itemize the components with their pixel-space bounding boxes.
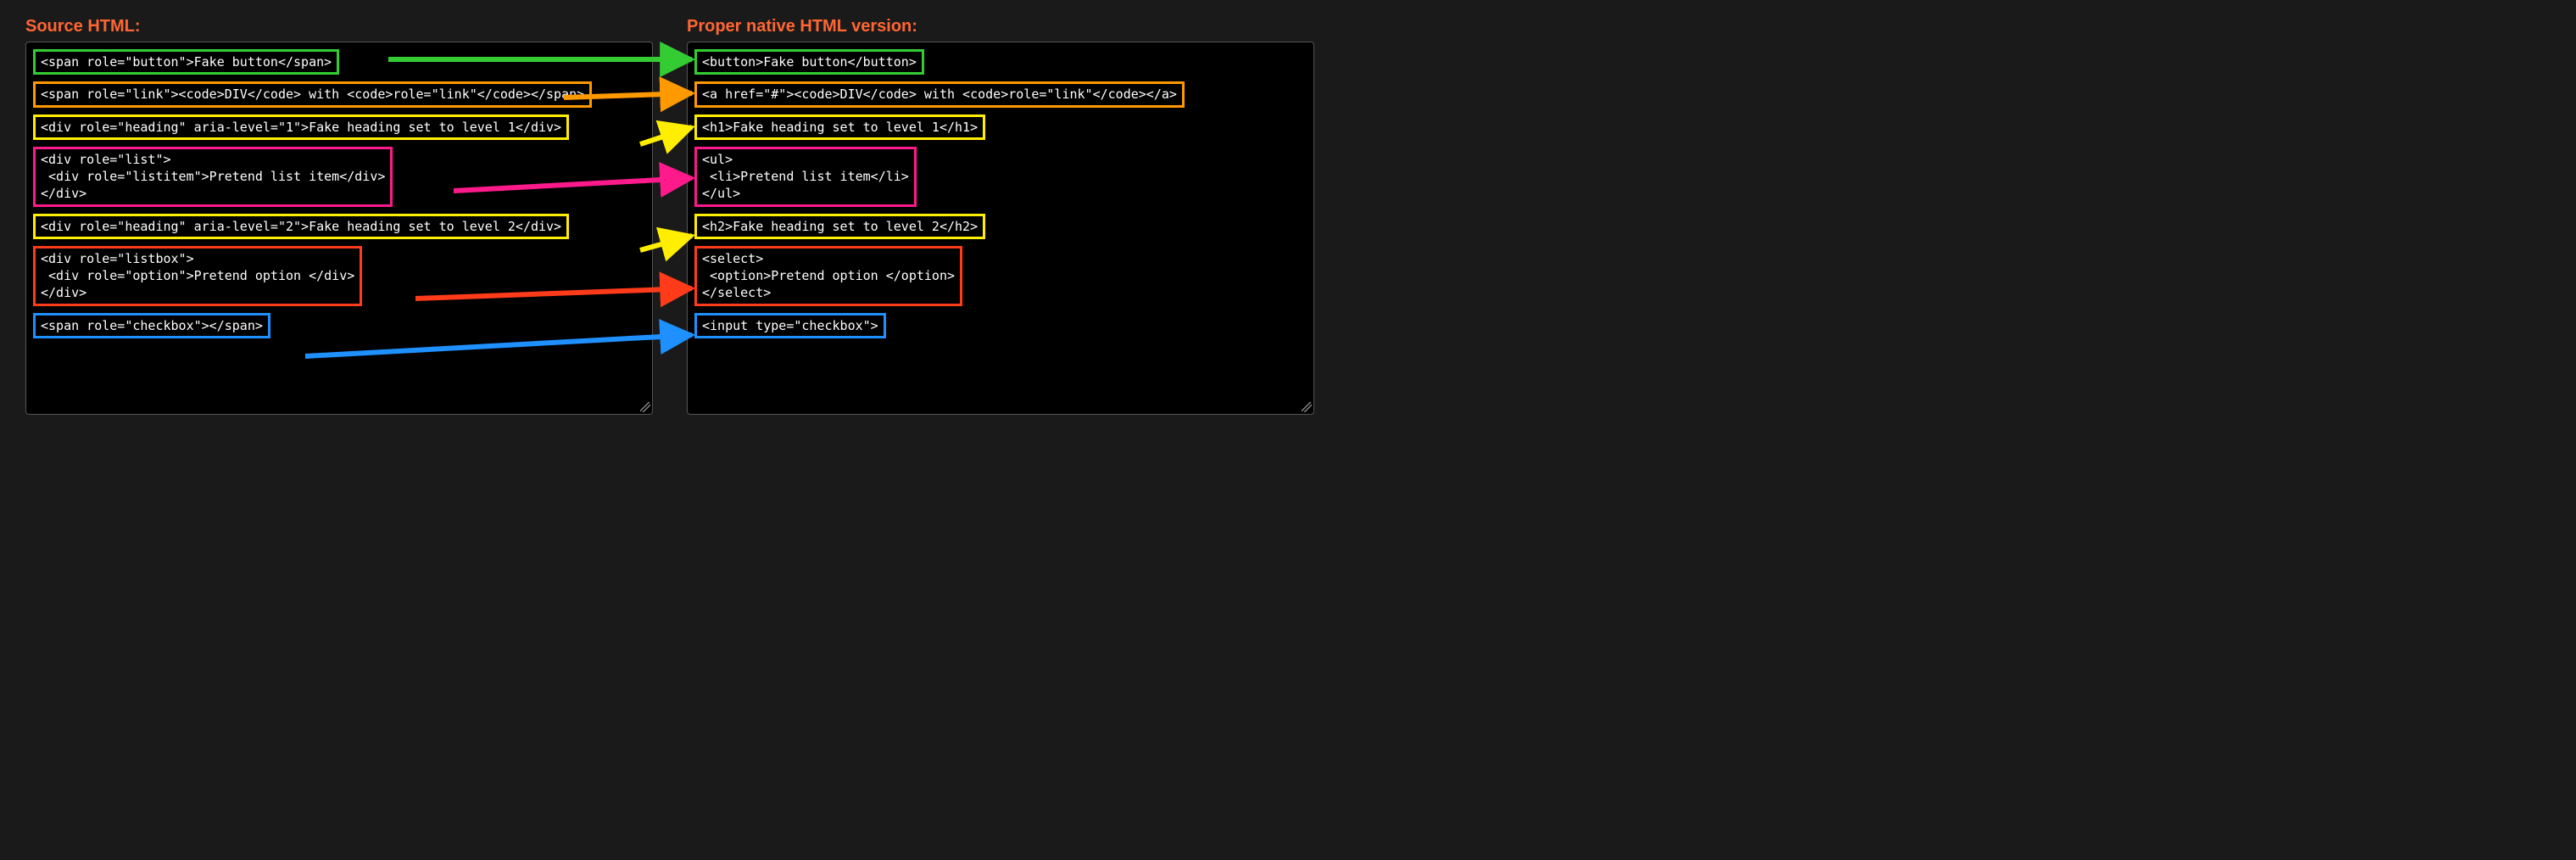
native-checkbox-code: <input type="checkbox">	[694, 313, 886, 338]
native-link-code: <a href="#"><code>DIV</code> with <code>…	[694, 81, 1185, 107]
native-heading1-code: <h1>Fake heading set to level 1</h1>	[694, 114, 985, 140]
native-column: Proper native HTML version: <button>Fake…	[687, 17, 1314, 415]
src-button-code: <span role="button">Fake button</span>	[33, 49, 339, 75]
source-panel: <span role="button">Fake button</span> <…	[25, 42, 653, 415]
src-listbox-code: <div role="listbox"> <div role="option">…	[33, 246, 362, 306]
native-panel: <button>Fake button</button> <a href="#"…	[687, 42, 1314, 415]
source-column: Source HTML: <span role="button">Fake bu…	[25, 17, 653, 415]
src-checkbox-code: <span role="checkbox"></span>	[33, 313, 270, 338]
src-heading2-code: <div role="heading" aria-level="2">Fake …	[33, 214, 569, 239]
native-header: Proper native HTML version:	[687, 17, 1314, 36]
native-listbox-code: <select> <option>Pretend option </option…	[694, 246, 962, 306]
src-list-code: <div role="list"> <div role="listitem">P…	[33, 147, 393, 207]
native-button-code: <button>Fake button</button>	[694, 49, 924, 75]
native-heading2-code: <h2>Fake heading set to level 2</h2>	[694, 214, 985, 239]
src-heading1-code: <div role="heading" aria-level="1">Fake …	[33, 114, 569, 140]
native-list-code: <ul> <li>Pretend list item</li> </ul>	[694, 147, 917, 207]
src-link-code: <span role="link"><code>DIV</code> with …	[33, 81, 592, 107]
source-header: Source HTML:	[25, 17, 653, 36]
